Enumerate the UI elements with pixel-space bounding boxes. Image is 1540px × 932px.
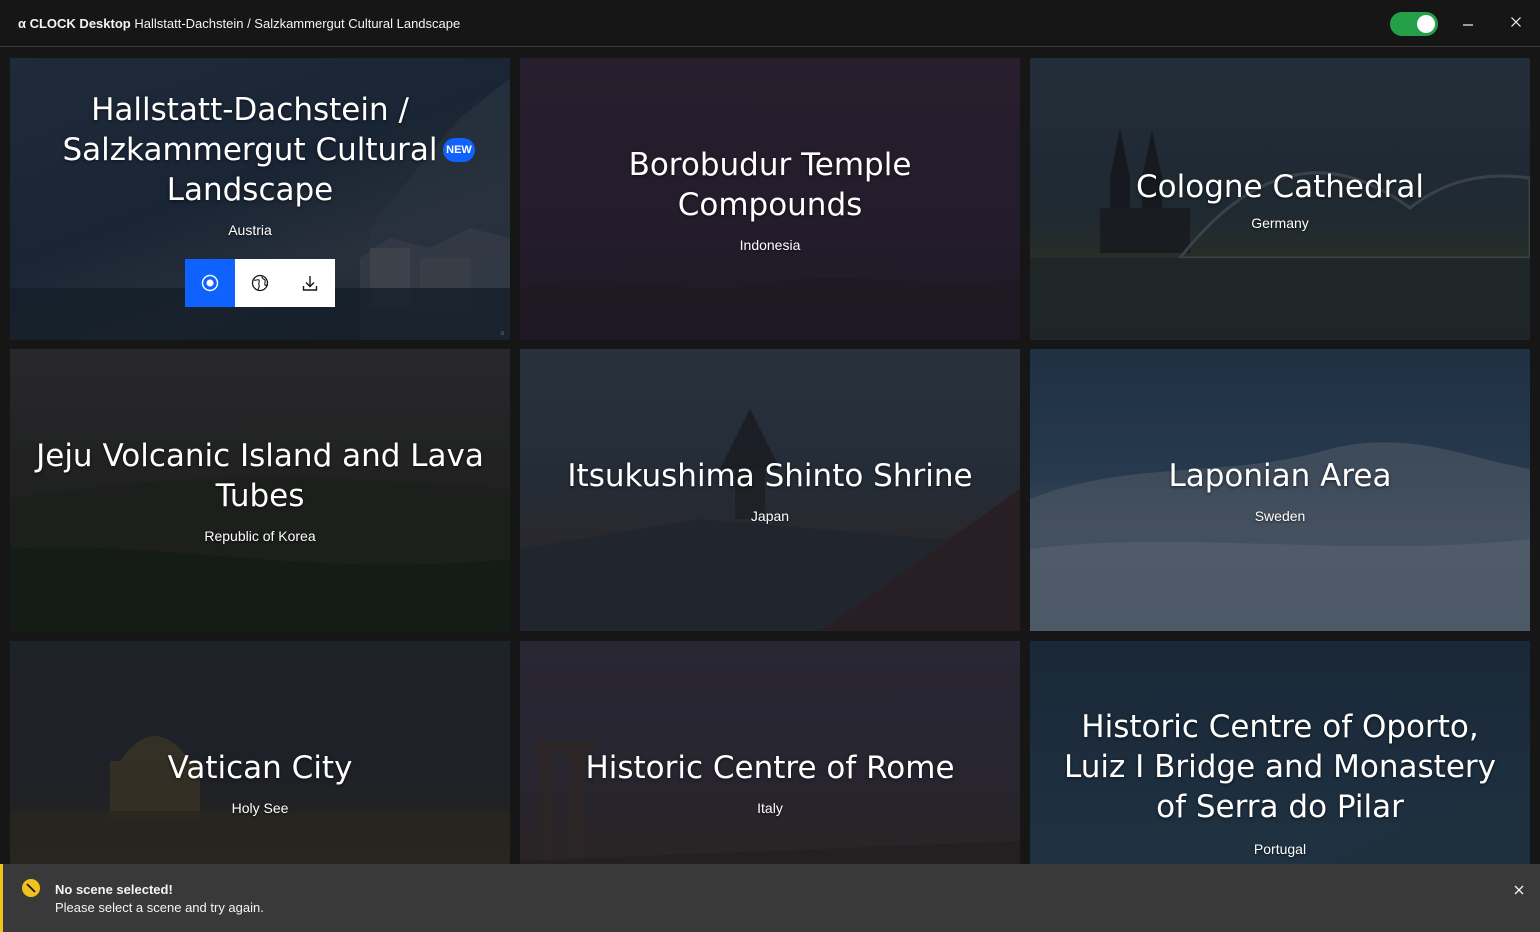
scene-name: Historic Centre of Oporto, Luiz I Bridge… [1063, 709, 1497, 825]
scene-name: Hallstatt-Dachstein / Salzkammergut Cult… [62, 92, 438, 208]
scene-tile-laponian[interactable]: Laponian Area Sweden [1030, 349, 1530, 631]
tile-content: Cologne Cathedral Germany [1050, 58, 1510, 340]
scene-country: Germany [1251, 215, 1309, 231]
scene-tile-jeju[interactable]: Jeju Volcanic Island and Lava Tubes Repu… [10, 349, 510, 631]
new-badge: NEW [443, 138, 475, 162]
scene-country: Japan [750, 508, 790, 524]
notification-title: No scene selected! [55, 882, 173, 897]
title-bar: α CLOCK Desktop Hallstatt-Dachstein / Sa… [0, 0, 1540, 47]
view-on-map-button[interactable] [235, 259, 285, 307]
scene-name: Historic Centre of Rome [585, 750, 955, 786]
scene-country: Portugal [1253, 841, 1307, 857]
minimize-icon [1463, 24, 1473, 26]
close-button[interactable] [1504, 10, 1528, 34]
scene-country: Holy See [231, 800, 289, 816]
download-icon [302, 276, 318, 291]
scene-tile-borobudur[interactable]: Borobudur Temple Compounds Indonesia [520, 58, 1020, 340]
scene-tile-itsukushima[interactable]: Itsukushima Shinto Shrine Japan [520, 349, 1020, 631]
watermark: α [500, 331, 504, 337]
download-button[interactable] [285, 259, 335, 307]
scene-name: Laponian Area [1168, 458, 1392, 494]
scene-name: Jeju Volcanic Island and Lava Tubes [36, 438, 484, 514]
scene-country: Italy [757, 800, 783, 816]
scene-country: Republic of Korea [204, 528, 316, 544]
warning-notification: No scene selected! Please select a scene… [0, 864, 1540, 932]
warning-icon [22, 879, 40, 897]
tile-actions [185, 259, 335, 307]
globe-icon [251, 274, 269, 292]
scene-country: Sweden [1254, 508, 1306, 524]
scene-tile-hallstatt[interactable]: Hallstatt-Dachstein / Salzkammergut Cult… [10, 58, 510, 340]
tile-content: Itsukushima Shinto Shrine Japan [540, 349, 1000, 631]
tile-content: Jeju Volcanic Island and Lava Tubes Repu… [30, 349, 490, 631]
tile-content: Laponian Area Sweden [1050, 349, 1510, 631]
scene-tile-cologne[interactable]: Cologne Cathedral Germany [1030, 58, 1530, 340]
dismiss-notification-button[interactable] [1509, 880, 1529, 900]
scene-name: Borobudur Temple Compounds [628, 147, 912, 223]
record-icon [201, 274, 219, 292]
close-icon [1514, 885, 1524, 895]
notification-message: Please select a scene and try again. [55, 900, 264, 915]
toggle-knob [1417, 15, 1435, 33]
scene-country: Austria [228, 222, 272, 238]
app-brand: α CLOCK Desktop [18, 16, 131, 31]
scene-grid: Hallstatt-Dachstein / Salzkammergut Cult… [10, 58, 1530, 932]
current-scene-title: Hallstatt-Dachstein / Salzkammergut Cult… [134, 16, 461, 31]
scene-name: Vatican City [167, 750, 353, 786]
tile-content: Borobudur Temple Compounds Indonesia [540, 58, 1000, 340]
apply-scene-button[interactable] [185, 259, 235, 307]
window-title: α CLOCK Desktop Hallstatt-Dachstein / Sa… [18, 16, 460, 31]
mode-toggle[interactable] [1390, 12, 1438, 36]
minimize-button[interactable] [1456, 10, 1480, 34]
scene-country: Indonesia [739, 237, 801, 253]
scene-name: Itsukushima Shinto Shrine [567, 458, 973, 494]
close-icon [1511, 17, 1521, 27]
scene-name: Cologne Cathedral [1136, 169, 1424, 205]
